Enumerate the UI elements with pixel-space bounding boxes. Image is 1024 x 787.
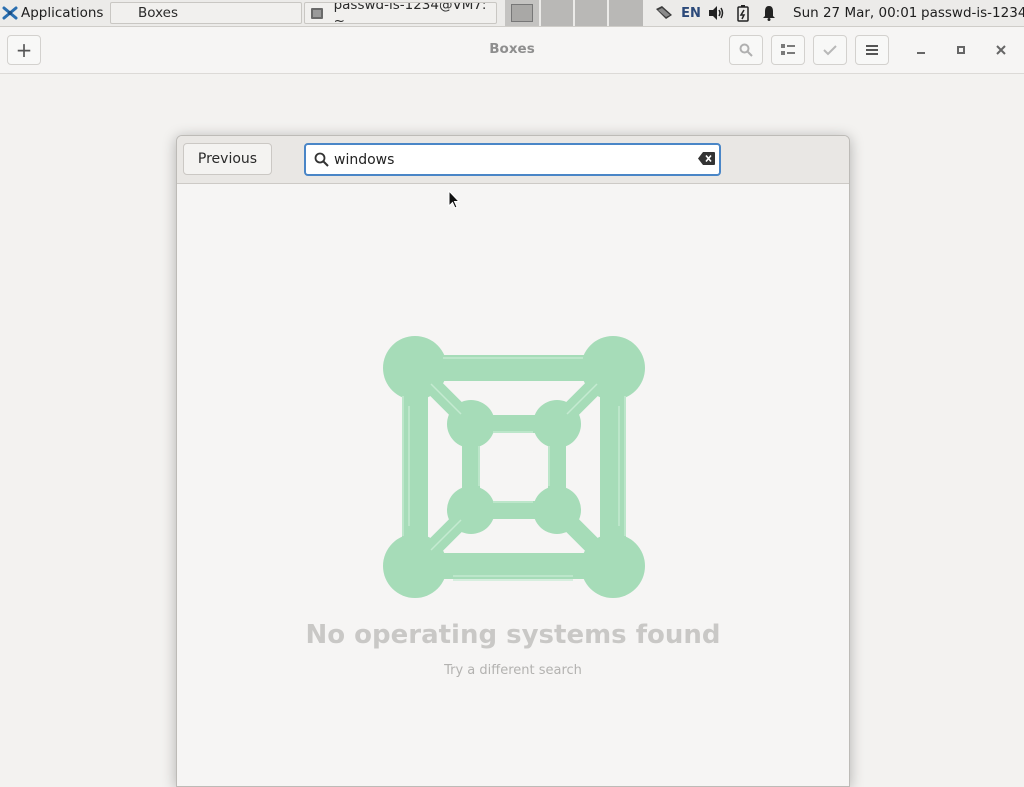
previous-button[interactable]: Previous (183, 143, 272, 175)
close-icon (996, 45, 1006, 55)
volume-icon[interactable] (706, 0, 728, 26)
terminal-icon (311, 7, 323, 19)
maximize-button[interactable] (949, 38, 973, 62)
hamburger-menu-icon (866, 45, 878, 55)
os-search-field[interactable] (304, 143, 721, 176)
workspace-2[interactable] (541, 0, 573, 26)
taskbar-item-terminal[interactable]: passwd-is-1234@VM7: ~ (304, 2, 497, 24)
workspace-window-thumb (511, 4, 533, 22)
search-button[interactable] (729, 35, 763, 65)
main-menu-button[interactable] (855, 35, 889, 65)
headerbar: + Boxes (0, 27, 1024, 74)
source-selection-dialog: Previous No operating systems found Try … (176, 135, 850, 787)
mouse-cursor-icon (448, 190, 460, 209)
taskbar-item-boxes[interactable]: Boxes (110, 2, 302, 24)
search-icon (314, 152, 329, 167)
top-panel: Applications Boxes passwd-is-1234@VM7: ~… (0, 0, 1024, 27)
applications-label: Applications (21, 5, 104, 21)
empty-state-subtitle: Try a different search (444, 663, 582, 678)
taskbar-item-label: Boxes (138, 5, 179, 21)
workspace-4[interactable] (609, 0, 643, 26)
os-search-input[interactable] (334, 150, 674, 170)
dialog-header: Previous (177, 136, 849, 184)
maximize-icon (957, 46, 965, 54)
list-view-icon (781, 44, 795, 55)
empty-state-title: No operating systems found (305, 620, 721, 650)
taskbar-item-label: passwd-is-1234@VM7: ~ (333, 2, 487, 24)
selection-mode-button[interactable] (813, 35, 847, 65)
user-menu[interactable]: passwd-is-1234 (921, 0, 1024, 26)
keyboard-layout-indicator[interactable]: EN (679, 0, 703, 26)
clock[interactable]: Sun 27 Mar, 00:01 (793, 0, 917, 26)
notification-bell-icon[interactable] (760, 0, 778, 26)
view-mode-button[interactable] (771, 35, 805, 65)
applications-menu-button[interactable]: Applications (2, 0, 103, 26)
workspace-1[interactable] (505, 0, 539, 26)
search-icon (739, 43, 753, 57)
workspace-3[interactable] (575, 0, 607, 26)
network-icon[interactable] (652, 0, 676, 26)
minimize-icon (917, 52, 925, 54)
xfce-logo-icon (2, 6, 18, 20)
boxes-logo-icon (383, 336, 645, 598)
battery-icon[interactable] (734, 0, 752, 26)
close-button[interactable] (989, 38, 1013, 62)
check-icon (823, 45, 837, 56)
minimize-button[interactable] (909, 38, 933, 62)
backspace-clear-icon[interactable] (698, 152, 715, 165)
